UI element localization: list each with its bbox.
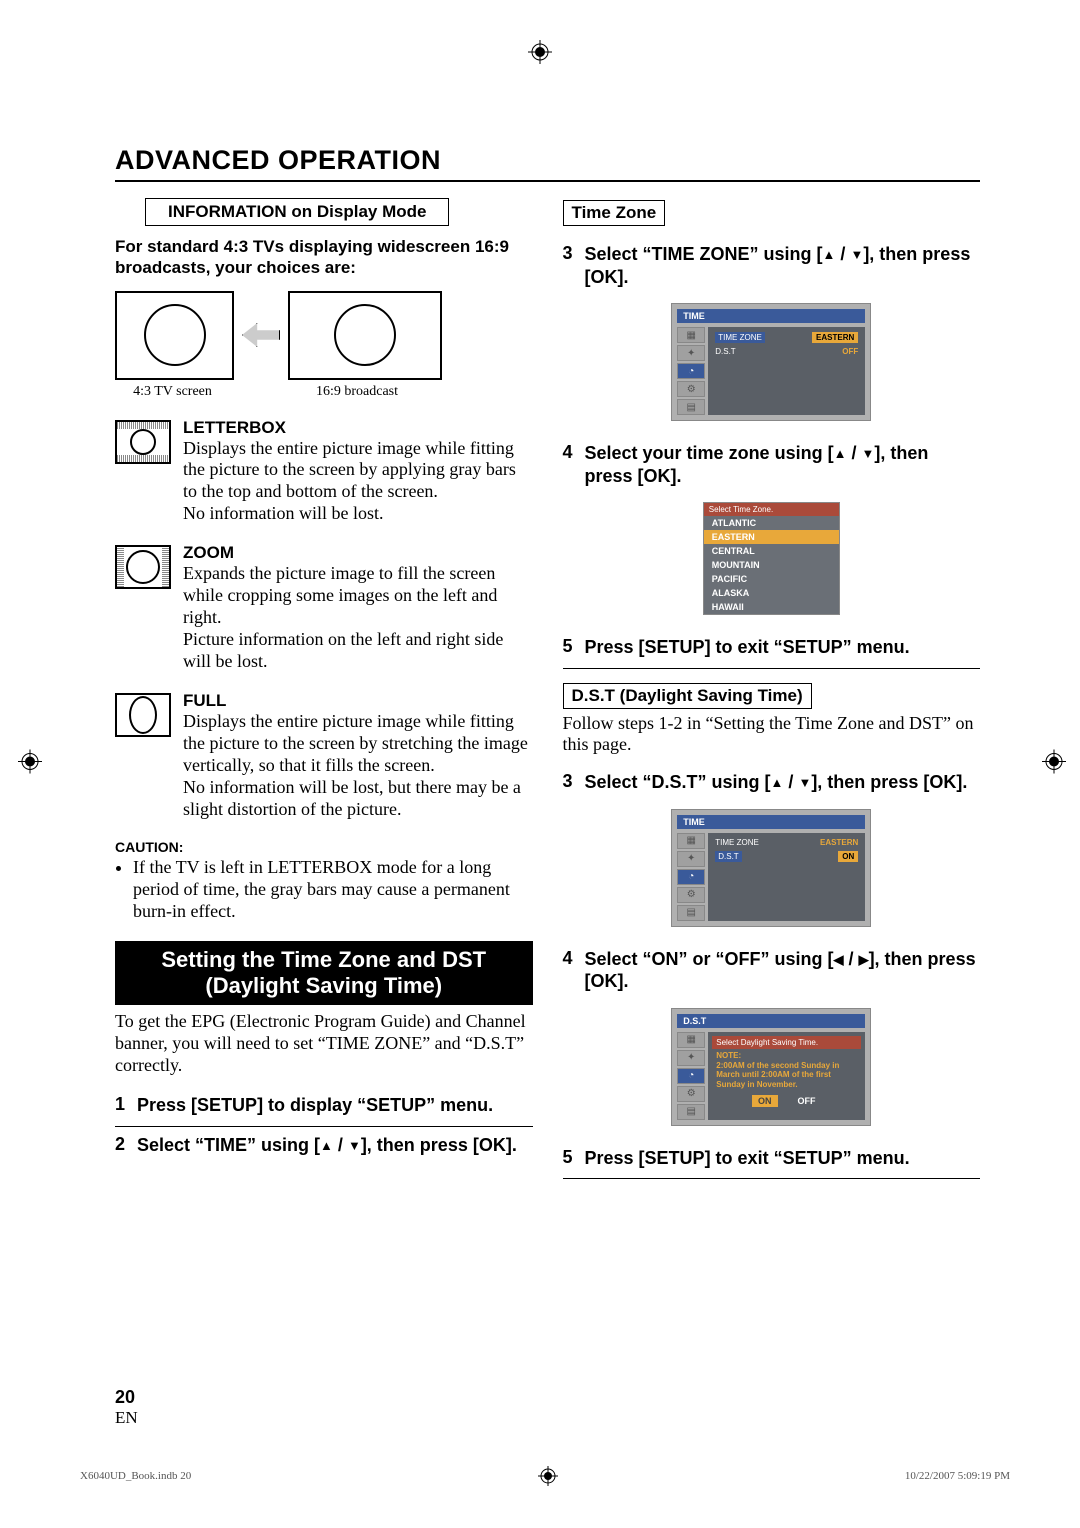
caption-169: 16:9 broadcast (282, 384, 432, 400)
page-number: 20 (115, 1387, 138, 1408)
zoom-title: ZOOM (183, 543, 533, 563)
caution-label: CAUTION: (115, 839, 533, 855)
dst-heading: D.S.T (Daylight Saving Time) (563, 683, 812, 709)
registration-mark-icon (528, 40, 552, 69)
tz-item: PACIFIC (704, 572, 839, 586)
step-number: 4 (563, 442, 573, 487)
triangle-left-icon: ◀ (834, 952, 844, 967)
full-body: Displays the entire picture image while … (183, 711, 533, 821)
step-number: 5 (563, 636, 573, 659)
caution-list: If the TV is left in LETTERBOX mode for … (115, 857, 533, 923)
left-column: INFORMATION on Display Mode For standard… (115, 198, 533, 1179)
letterbox-body: Displays the entire picture image while … (183, 438, 533, 526)
page-title: ADVANCED OPERATION (115, 145, 980, 182)
triangle-up-icon: ▲ (834, 446, 847, 461)
step-text: Press [SETUP] to display “SETUP” menu. (137, 1094, 493, 1117)
tz-step-5: 5 Press [SETUP] to exit “SETUP” menu. (563, 629, 981, 669)
step-number: 4 (563, 948, 573, 993)
section-banner: Setting the Time Zone and DST (Daylight … (115, 941, 533, 1006)
mode-letterbox: LETTERBOX Displays the entire picture im… (115, 418, 533, 526)
tz-item: CENTRAL (704, 544, 839, 558)
dst-step-4: 4 Select “ON” or “OFF” using [◀ / ▶], th… (563, 941, 981, 1002)
tv-43-icon (115, 291, 234, 380)
osd-tz-list: Select Time Zone. ATLANTIC EASTERN CENTR… (703, 502, 840, 615)
osd-title: D.S.T (677, 1014, 865, 1028)
tz-item-selected: EASTERN (704, 530, 839, 544)
dst-option-on: ON (752, 1095, 778, 1107)
step-text: Select “ON” or “OFF” using [◀ / ▶], then… (585, 948, 980, 993)
triangle-up-icon: ▲ (320, 1138, 333, 1153)
triangle-down-icon: ▼ (798, 775, 811, 790)
dst-header: Select Daylight Saving Time. (712, 1036, 861, 1049)
print-footer: X6040UD_Book.indb 20 10/22/2007 5:09:19 … (80, 1466, 1010, 1486)
step-2: 2 Select “TIME” using [▲ / ▼], then pres… (115, 1127, 533, 1166)
triangle-down-icon: ▼ (861, 446, 874, 461)
step-number: 3 (563, 771, 573, 794)
step-number: 2 (115, 1134, 125, 1157)
info-heading: INFORMATION on Display Mode (145, 198, 449, 226)
dst-step-5: 5 Press [SETUP] to exit “SETUP” menu. (563, 1140, 981, 1180)
step-text: Press [SETUP] to exit “SETUP” menu. (585, 1147, 910, 1170)
registration-mark-icon (1042, 750, 1066, 779)
aspect-diagram (115, 291, 533, 380)
step-number: 5 (563, 1147, 573, 1170)
tv-169-icon (288, 291, 442, 380)
timezone-heading: Time Zone (563, 200, 666, 226)
osd-title: TIME (677, 815, 865, 829)
tz-item: ALASKA (704, 586, 839, 600)
arrow-left-icon (242, 323, 280, 347)
step-text: Press [SETUP] to exit “SETUP” menu. (585, 636, 910, 659)
dst-step-3: 3 Select “D.S.T” using [▲ / ▼], then pre… (563, 764, 981, 803)
tz-item: MOUNTAIN (704, 558, 839, 572)
page-footer: 20 EN (115, 1387, 138, 1428)
triangle-down-icon: ▼ (850, 247, 863, 262)
intro-text: For standard 4:3 TVs displaying widescre… (115, 236, 533, 279)
osd-dst-onoff-screenshot: D.S.T ▦ ✦ ◔ ⚙ ▤ Select Daylight Saving T… (671, 1008, 871, 1126)
mode-full: FULL Displays the entire picture image w… (115, 691, 533, 821)
tz-item: HAWAII (704, 600, 839, 614)
triangle-down-icon: ▼ (348, 1138, 361, 1153)
triangle-up-icon: ▲ (771, 775, 784, 790)
tz-step-3: 3 Select “TIME ZONE” using [▲ / ▼], then… (563, 236, 981, 297)
step-number: 1 (115, 1094, 125, 1117)
letterbox-icon (115, 420, 171, 464)
dst-intro: Follow steps 1-2 in “Setting the Time Zo… (563, 713, 981, 757)
zoom-body: Expands the picture image to fill the sc… (183, 563, 533, 673)
step-text: Select “TIME” using [▲ / ▼], then press … (137, 1134, 517, 1157)
step-text: Select your time zone using [▲ / ▼], the… (585, 442, 980, 487)
osd-tz-header: Select Time Zone. (704, 503, 839, 516)
step-number: 3 (563, 243, 573, 288)
triangle-up-icon: ▲ (823, 247, 836, 262)
step-text: Select “D.S.T” using [▲ / ▼], then press… (585, 771, 968, 794)
registration-mark-icon (18, 750, 42, 779)
page-content: ADVANCED OPERATION INFORMATION on Displa… (0, 0, 1080, 1239)
step-1: 1 Press [SETUP] to display “SETUP” menu. (115, 1087, 533, 1127)
step-text: Select “TIME ZONE” using [▲ / ▼], then p… (585, 243, 980, 288)
right-column: Time Zone 3 Select “TIME ZONE” using [▲ … (563, 198, 981, 1179)
banner-body: To get the EPG (Electronic Program Guide… (115, 1011, 533, 1077)
caption-43: 4:3 TV screen (115, 384, 230, 400)
zoom-icon (115, 545, 171, 589)
print-file: X6040UD_Book.indb 20 (80, 1470, 191, 1482)
print-timestamp: 10/22/2007 5:09:19 PM (905, 1470, 1010, 1482)
tz-item: ATLANTIC (704, 516, 839, 530)
full-title: FULL (183, 691, 533, 711)
osd-time-screenshot: TIME ▦ ✦ ◔ ⚙ ▤ TIME ZONEEASTERN D.S.TOFF (671, 303, 871, 421)
mode-zoom: ZOOM Expands the picture image to fill t… (115, 543, 533, 673)
dst-option-off: OFF (792, 1095, 822, 1107)
osd-title: TIME (677, 309, 865, 323)
letterbox-title: LETTERBOX (183, 418, 533, 438)
tz-step-4: 4 Select your time zone using [▲ / ▼], t… (563, 435, 981, 496)
caution-item: If the TV is left in LETTERBOX mode for … (133, 857, 533, 923)
page-language: EN (115, 1408, 138, 1428)
triangle-right-icon: ▶ (859, 952, 869, 967)
registration-mark-icon (538, 1466, 558, 1486)
diagram-captions: 4:3 TV screen 16:9 broadcast (115, 384, 533, 400)
osd-dst-select-screenshot: TIME ▦ ✦ ◔ ⚙ ▤ TIME ZONEEASTERN D.S.TON (671, 809, 871, 927)
full-icon (115, 693, 171, 737)
